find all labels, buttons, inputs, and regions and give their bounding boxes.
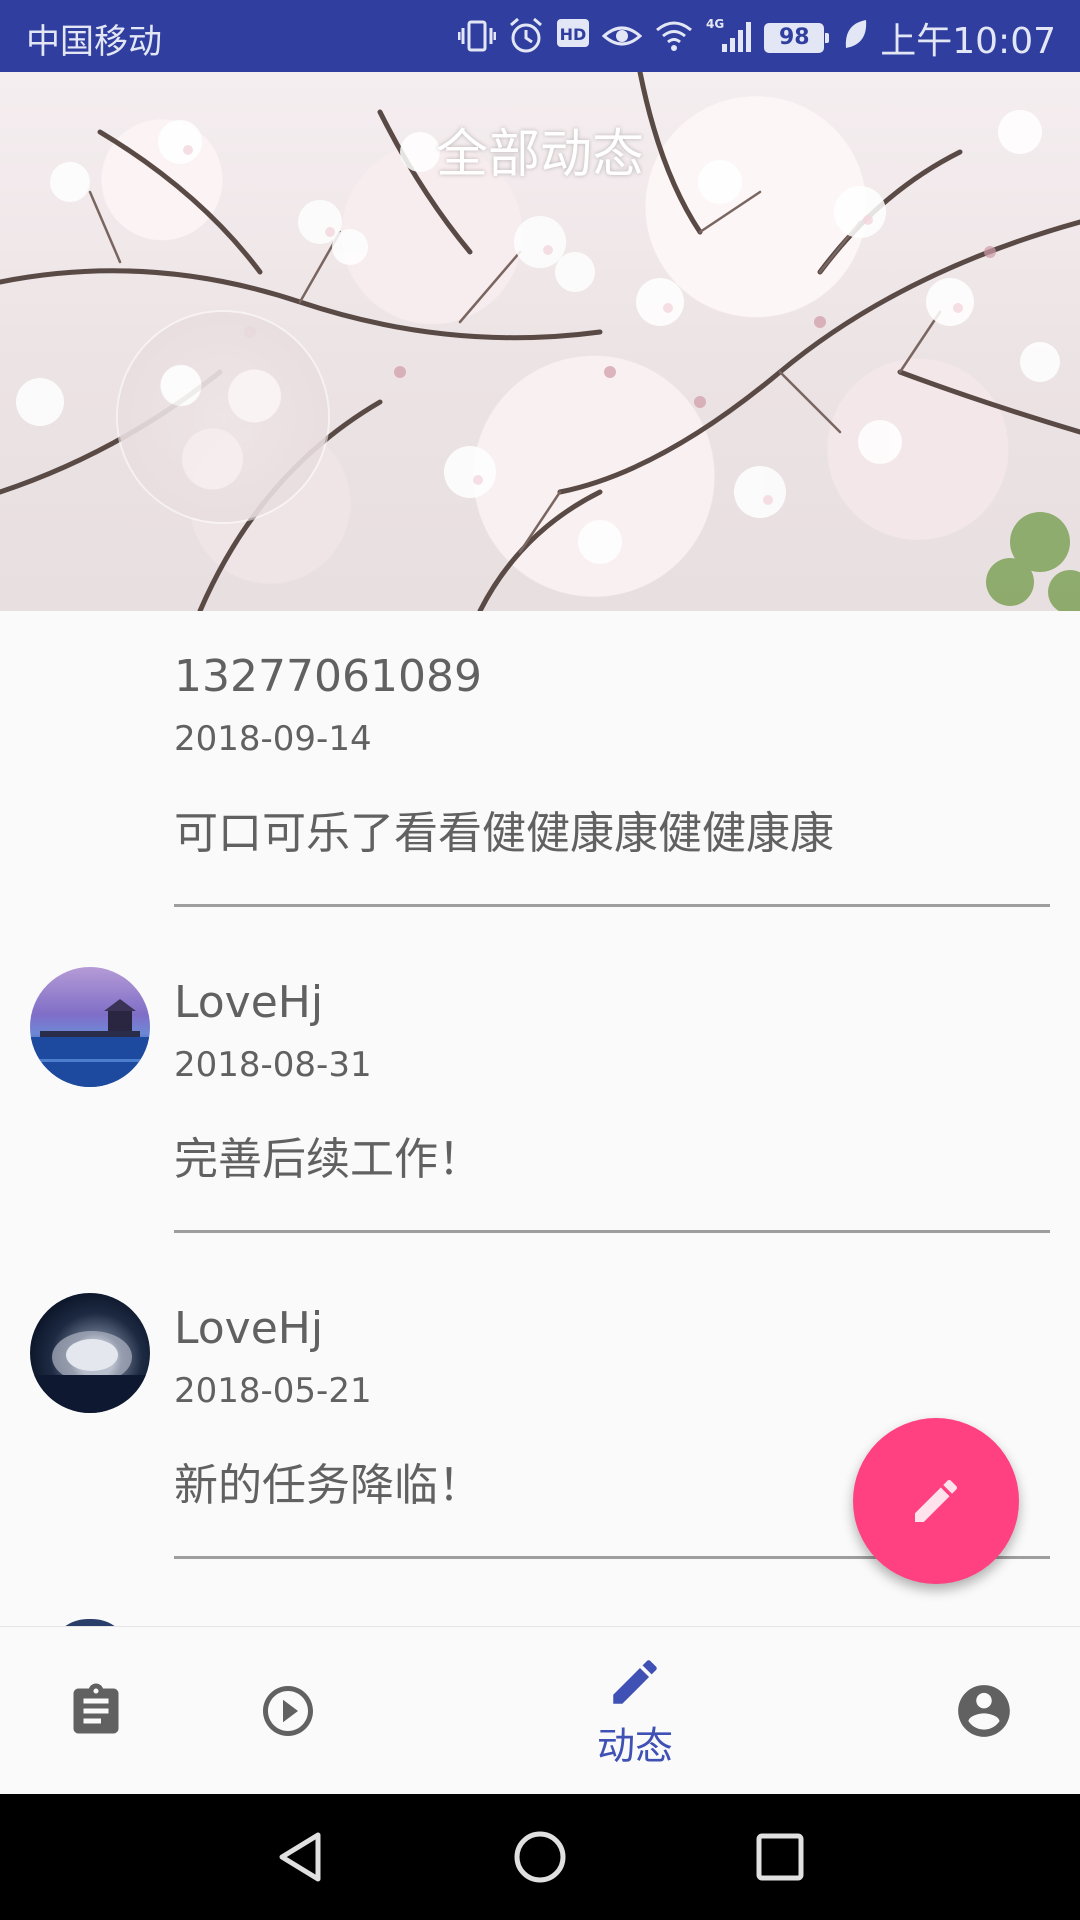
page-title: 全部动态	[435, 125, 644, 185]
clipboard-icon	[73, 1683, 119, 1734]
post-content: 完善后续工作！	[174, 1134, 482, 1185]
post-date: 2018-05-21	[174, 1371, 372, 1411]
system-navigation-bar	[0, 1794, 1080, 1920]
alarm-icon	[508, 16, 544, 60]
bottom-navigation: 动态	[0, 1626, 1080, 1795]
nav-label-moments: 动态	[596, 1723, 673, 1768]
pencil-icon	[915, 1479, 958, 1522]
post-author: 13277061089	[174, 651, 482, 702]
nav-item-moments[interactable]: 动态	[560, 1627, 710, 1795]
account-circle-icon	[958, 1685, 1010, 1737]
vibrate-icon	[458, 16, 497, 60]
avatar[interactable]	[48, 1619, 132, 1626]
home-icon[interactable]	[510, 1827, 570, 1887]
signal-icon: 4G	[706, 16, 752, 60]
svg-text:HD: HD	[560, 25, 587, 44]
wifi-icon	[654, 16, 694, 60]
status-icons: HD 4G 98 上午10:07	[458, 12, 1056, 64]
profile-avatar[interactable]	[118, 312, 328, 522]
status-time: 上午10:07	[880, 21, 1056, 62]
avatar[interactable]	[30, 967, 150, 1087]
post-date: 2018-08-31	[174, 1045, 372, 1085]
divider	[174, 1230, 1050, 1233]
leaf-icon	[842, 16, 868, 60]
network-type: 4G	[706, 17, 724, 31]
status-bar: 中国移动 HD 4G 98 上午10:07	[0, 0, 1080, 72]
back-icon[interactable]	[270, 1827, 330, 1887]
avatar[interactable]	[30, 1293, 150, 1413]
nav-item-tasks[interactable]	[36, 1627, 156, 1795]
header-banner: 全部动态	[0, 72, 1080, 611]
post-author: LoveHj	[174, 1303, 324, 1354]
hd-icon: HD	[556, 16, 590, 60]
nav-item-media[interactable]	[228, 1627, 348, 1795]
battery-icon: 98	[764, 23, 830, 53]
recents-icon[interactable]	[750, 1827, 810, 1887]
carrier-name: 中国移动	[26, 22, 162, 62]
nav-item-profile[interactable]	[924, 1627, 1044, 1795]
post-date: 2018-09-14	[174, 719, 372, 759]
compose-button[interactable]	[853, 1418, 1019, 1584]
play-circle-icon	[263, 1686, 313, 1736]
post-author: LoveHj	[174, 977, 324, 1028]
eye-icon	[602, 16, 643, 60]
pencil-icon	[613, 1659, 657, 1704]
post-content: 可口可乐了看看健健康康健健康康	[174, 808, 834, 859]
post-content: 新的任务降临！	[174, 1460, 482, 1511]
screen: 中国移动 HD 4G 98 上午10:07 全部动态 13277061089 2…	[0, 0, 1080, 1920]
divider	[174, 904, 1050, 907]
